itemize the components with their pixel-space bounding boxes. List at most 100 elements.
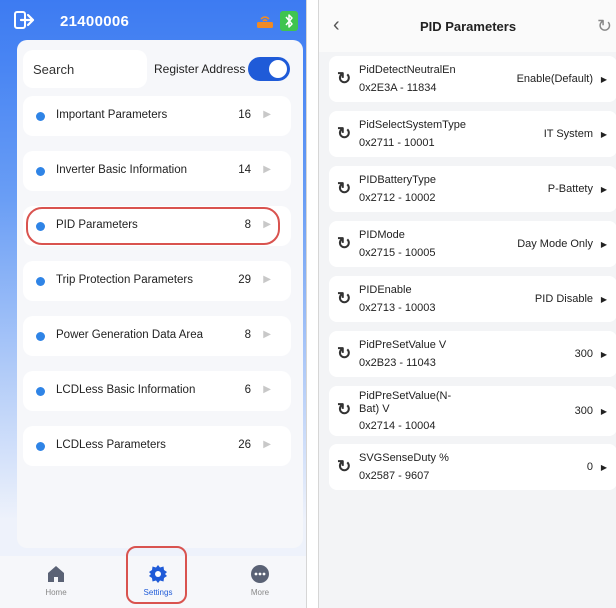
param-value: 0 (586, 461, 593, 473)
home-icon (48, 566, 64, 582)
category-lcdless-parameters[interactable]: LCDLess Parameters 26 ▶ (23, 426, 291, 466)
param-value: PID Disable (534, 293, 593, 305)
category-inverter-basic-information[interactable]: Inverter Basic Information 14 ▶ (23, 151, 291, 191)
refresh-icon[interactable]: ↻ (337, 400, 351, 420)
param-row[interactable]: ↻ PidSelectSystemType 0x2711 - 10001 IT … (329, 111, 616, 157)
param-name: PidSelectSystemType (359, 119, 466, 131)
param-name: PidPreSetValue(N- Bat) V (359, 390, 452, 415)
param-address: 0x2587 - 9607 (359, 470, 430, 482)
param-value: P-Battety (547, 183, 593, 195)
pid-parameters-highlight (26, 207, 280, 245)
category-count: 8 (244, 329, 251, 341)
category-count: 26 (238, 439, 251, 451)
param-row[interactable]: ↻ PIDEnable 0x2713 - 10003 PID Disable ▶ (329, 276, 616, 322)
category-lcdless-basic-information[interactable]: LCDLess Basic Information 6 ▶ (23, 371, 291, 411)
triangle-right-icon: ▶ (600, 75, 607, 84)
register-address-toggle[interactable] (248, 57, 290, 81)
category-trip-protection-parameters[interactable]: Trip Protection Parameters 29 ▶ (23, 261, 291, 301)
search-input[interactable]: Search (23, 50, 147, 88)
triangle-right-icon: ▶ (600, 350, 607, 359)
category-label: LCDLess Parameters (56, 439, 166, 451)
param-address: 0x2714 - 10004 (359, 420, 436, 432)
page-title: PID Parameters (419, 19, 517, 34)
param-address: 0x2712 - 10002 (359, 192, 436, 204)
bullet-dot (36, 332, 45, 341)
tab-home[interactable]: Home (26, 556, 86, 608)
category-label: LCDLess Basic Information (56, 384, 196, 396)
bullet-dot (36, 167, 45, 176)
chevron-right-icon: ▶ (263, 439, 271, 450)
bullet-dot (36, 112, 45, 121)
chevron-right-icon: ▶ (263, 274, 271, 285)
refresh-icon[interactable]: ↻ (597, 16, 612, 37)
triangle-right-icon: ▶ (600, 463, 607, 472)
category-important-parameters[interactable]: Important Parameters 16 ▶ (23, 96, 291, 136)
refresh-icon[interactable]: ↻ (337, 289, 351, 309)
refresh-icon[interactable]: ↻ (337, 234, 351, 254)
refresh-icon[interactable]: ↻ (337, 69, 351, 89)
pid-parameters-screen: ‹ PID Parameters ↻ ↻ PidDetectNeutralEn … (318, 0, 616, 608)
param-address: 0x2711 - 10001 (359, 137, 435, 149)
param-value: IT System (543, 128, 593, 140)
more-icon (251, 565, 269, 583)
chevron-right-icon: ▶ (263, 329, 271, 340)
category-count: 14 (238, 164, 251, 176)
param-address: 0x2B23 - 11043 (359, 357, 436, 369)
tab-more[interactable]: More (230, 556, 290, 608)
category-count: 6 (244, 384, 251, 396)
category-label: Important Parameters (56, 109, 168, 121)
param-value: 300 (574, 348, 593, 360)
toggle-knob (269, 60, 287, 78)
refresh-icon[interactable]: ↻ (337, 344, 351, 364)
param-row[interactable]: ↻ PIDMode 0x2715 - 10005 Day Mode Only ▶ (329, 221, 616, 267)
category-label: Inverter Basic Information (56, 164, 188, 176)
triangle-right-icon: ▶ (600, 130, 607, 139)
param-address: 0x2713 - 10003 (359, 302, 436, 314)
triangle-right-icon: ▶ (600, 407, 607, 416)
category-count: 16 (238, 109, 251, 121)
param-address: 0x2715 - 10005 (359, 247, 436, 259)
bluetooth-icon[interactable] (280, 11, 298, 31)
param-value: 300 (574, 405, 593, 417)
tab-label: Home (45, 588, 67, 597)
category-power-generation-data-area[interactable]: Power Generation Data Area 8 ▶ (23, 316, 291, 356)
param-address: 0x2E3A - 11834 (359, 82, 437, 94)
top-bar: 21400006 (0, 0, 306, 40)
settings-tab-highlight (126, 546, 187, 604)
param-name: PidPreSetValue V (359, 339, 447, 351)
router-icon[interactable] (256, 13, 274, 29)
param-name: SVGSenseDuty % (359, 452, 449, 464)
refresh-icon[interactable]: ↻ (337, 124, 351, 144)
chevron-right-icon: ▶ (263, 384, 271, 395)
refresh-icon[interactable]: ↻ (337, 457, 351, 477)
bullet-dot (36, 387, 45, 396)
category-count: 29 (238, 274, 251, 286)
param-name: PIDMode (359, 229, 405, 241)
param-name: PIDEnable (359, 284, 412, 296)
param-row[interactable]: ↻ PidPreSetValue V 0x2B23 - 11043 300 ▶ (329, 331, 616, 377)
register-address-label: Register Address (154, 62, 246, 76)
param-row[interactable]: ↻ PIDBatteryType 0x2712 - 10002 P-Battet… (329, 166, 616, 212)
settings-card: Search Register Address Important Parame… (17, 40, 303, 548)
param-value: Enable(Default) (516, 73, 593, 85)
category-label: Power Generation Data Area (56, 329, 204, 341)
param-row[interactable]: ↻ SVGSenseDuty % 0x2587 - 9607 0 ▶ (329, 444, 616, 490)
param-value: Day Mode Only (517, 238, 593, 250)
param-name: PIDBatteryType (359, 174, 437, 186)
param-row[interactable]: ↻ PidDetectNeutralEn 0x2E3A - 11834 Enab… (329, 56, 616, 102)
exit-icon[interactable] (14, 11, 36, 29)
triangle-right-icon: ▶ (600, 295, 607, 304)
triangle-right-icon: ▶ (600, 185, 607, 194)
search-placeholder: Search (33, 62, 75, 77)
refresh-icon[interactable]: ↻ (337, 179, 351, 199)
chevron-right-icon: ▶ (263, 164, 271, 175)
settings-screen: 21400006 Search Register Address Importa… (0, 0, 307, 608)
param-row[interactable]: ↻ PidPreSetValue(N- Bat) V 0x2714 - 1000… (329, 386, 616, 436)
tab-label: More (250, 588, 270, 597)
device-id: 21400006 (60, 13, 130, 30)
bullet-dot (36, 442, 45, 451)
header: ‹ PID Parameters ↻ (319, 0, 616, 52)
bullet-dot (36, 277, 45, 286)
param-name: PidDetectNeutralEn (359, 64, 456, 76)
category-label: Trip Protection Parameters (56, 274, 193, 286)
